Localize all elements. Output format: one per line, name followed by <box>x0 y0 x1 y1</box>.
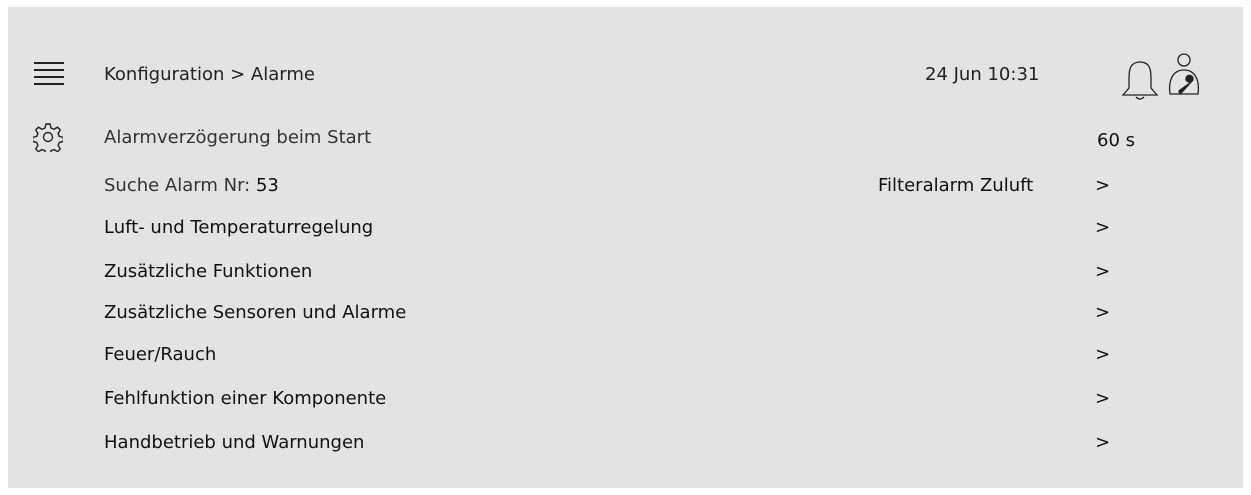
bell-icon[interactable] <box>1118 58 1162 102</box>
menu-icon[interactable] <box>30 55 68 91</box>
chevron-right-icon[interactable]: > <box>1095 388 1110 409</box>
alarm-search-label: Suche Alarm Nr: <box>104 175 251 196</box>
startup-delay-label: Alarmverzögerung beim Start <box>104 127 372 148</box>
chevron-right-icon[interactable]: > <box>1095 344 1110 365</box>
alarm-search-result: Filteralarm Zuluft <box>878 175 1034 196</box>
category-additional-sensors-alarms[interactable]: Zusätzliche Sensoren und Alarme <box>104 302 406 323</box>
category-air-temperature-control[interactable]: Luft- und Temperaturregelung <box>104 217 373 238</box>
alarm-search-row[interactable]: Suche Alarm Nr: 53 <box>104 175 279 196</box>
breadcrumb: Konfiguration > Alarme <box>104 64 315 85</box>
chevron-right-icon[interactable]: > <box>1095 432 1110 453</box>
startup-delay-value[interactable]: 60 s <box>1097 130 1135 151</box>
chevron-right-icon[interactable]: > <box>1095 261 1110 282</box>
category-component-malfunction[interactable]: Fehlfunktion einer Komponente <box>104 388 386 409</box>
chevron-right-icon[interactable]: > <box>1095 302 1110 323</box>
alarm-search-number[interactable]: 53 <box>256 175 279 196</box>
alarm-search-chevron[interactable]: > <box>1095 175 1110 196</box>
category-additional-functions[interactable]: Zusätzliche Funktionen <box>104 261 312 282</box>
chevron-right-icon[interactable]: > <box>1095 217 1110 238</box>
user-wrench-icon[interactable] <box>1163 52 1205 98</box>
category-manual-mode-warnings[interactable]: Handbetrieb und Warnungen <box>104 432 364 453</box>
gear-icon <box>33 123 63 152</box>
datetime: 24 Jun 10:31 <box>925 64 1040 85</box>
category-fire-smoke[interactable]: Feuer/Rauch <box>104 344 216 365</box>
